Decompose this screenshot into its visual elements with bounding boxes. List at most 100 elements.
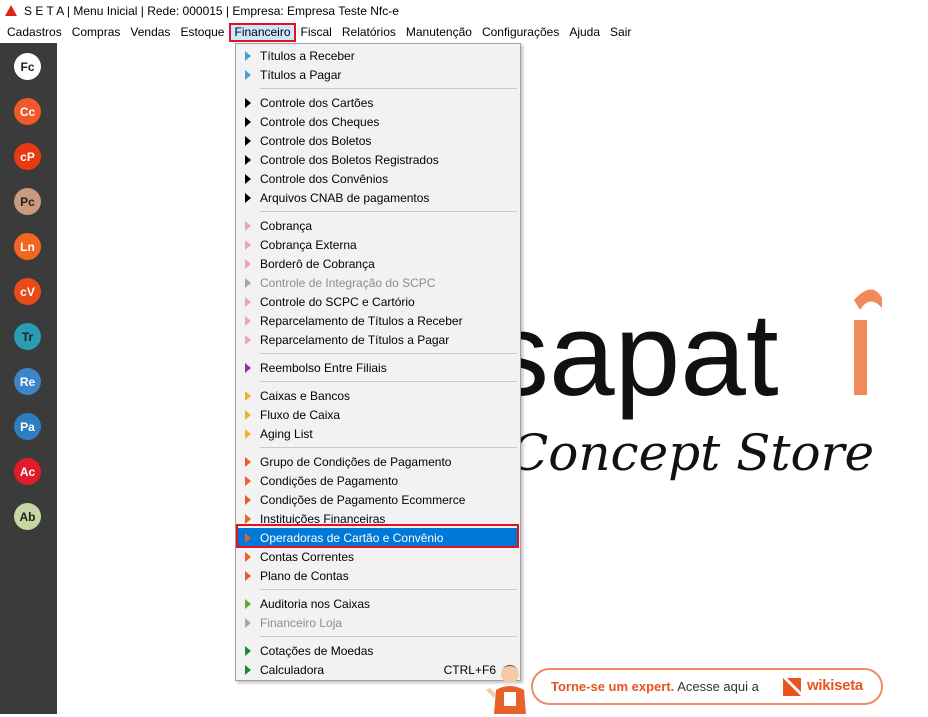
menu-financeiro[interactable]: Financeiro: [229, 23, 296, 42]
menu-manutencao[interactable]: Manutenção: [401, 23, 477, 42]
triangle-right-icon: [245, 277, 251, 288]
sidebar-shortcut-ac[interactable]: Ac: [14, 458, 41, 485]
menu-item-cobranca-externa[interactable]: Cobrança Externa: [238, 235, 518, 254]
menu-item-arquivos-cnab-de-pagamentos[interactable]: Arquivos CNAB de pagamentos: [238, 188, 518, 207]
triangle-right-icon: [245, 390, 251, 401]
wikiseta-logo-icon: [783, 678, 801, 696]
menu-item-label: Títulos a Pagar: [260, 67, 342, 82]
brand-accent-dot: [854, 289, 882, 310]
menu-item-caixas-e-bancos[interactable]: Caixas e Bancos: [238, 386, 518, 405]
left-sidebar: Fc Cc cP Pc Ln cV Tr Re Pa Ac Ab: [0, 43, 57, 714]
triangle-right-icon: [245, 173, 251, 184]
triangle-right-icon: [245, 645, 251, 656]
menu-relatorios[interactable]: Relatórios: [337, 23, 401, 42]
menu-item-reparcelamento-de-titulos-a-receber[interactable]: Reparcelamento de Títulos a Receber: [238, 311, 518, 330]
triangle-right-icon: [245, 664, 251, 675]
menu-item-reembolso-entre-filiais[interactable]: Reembolso Entre Filiais: [238, 358, 518, 377]
financeiro-dropdown-menu: Títulos a Receber Títulos a Pagar Controle…: [235, 43, 521, 681]
triangle-right-icon: [245, 135, 251, 146]
triangle-right-icon: [245, 239, 251, 250]
menu-item-condicoes-de-pagamento-ecommerce[interactable]: Condições de Pagamento Ecommerce: [238, 490, 518, 509]
mascot-badge: [504, 692, 516, 706]
menu-item-label: Controle dos Cheques: [260, 114, 380, 129]
wikiseta-banner[interactable]: Torne-se um expert. Acesse aqui a wikise…: [531, 668, 883, 705]
triangle-right-icon: [245, 220, 251, 231]
mascot-illustration: [484, 660, 534, 714]
menu-item-label: Fluxo de Caixa: [260, 407, 341, 422]
menu-item-label: Controle dos Boletos Registrados: [260, 152, 439, 167]
menu-estoque[interactable]: Estoque: [175, 23, 229, 42]
triangle-right-icon: [245, 362, 251, 373]
menu-item-label: Cobrança: [260, 218, 313, 233]
triangle-right-icon: [245, 475, 251, 486]
menu-item-controle-dos-boletos[interactable]: Controle dos Boletos: [238, 131, 518, 150]
menu-separator: [260, 353, 517, 354]
menu-item-controle-dos-cartoes[interactable]: Controle dos Cartões: [238, 93, 518, 112]
triangle-right-icon: [245, 598, 251, 609]
menu-item-label: Caixas e Bancos: [260, 388, 351, 403]
menu-item-titulos-a-pagar[interactable]: Títulos a Pagar: [238, 65, 518, 84]
menu-item-fluxo-de-caixa[interactable]: Fluxo de Caixa: [238, 405, 518, 424]
menu-item-label: Plano de Contas: [260, 568, 349, 583]
triangle-right-icon: [245, 570, 251, 581]
mascot-hand: [486, 688, 496, 698]
menu-item-reparcelamento-de-titulos-a-pagar[interactable]: Reparcelamento de Títulos a Pagar: [238, 330, 518, 349]
sidebar-shortcut-pc[interactable]: Pc: [14, 188, 41, 215]
triangle-right-icon: [245, 315, 251, 326]
sidebar-shortcut-pa[interactable]: Pa: [14, 413, 41, 440]
triangle-right-icon: [245, 428, 251, 439]
menu-compras[interactable]: Compras: [67, 23, 126, 42]
menu-vendas[interactable]: Vendas: [125, 23, 175, 42]
window-title: S E T A | Menu Inicial | Rede: 000015 | …: [24, 4, 399, 18]
menu-fiscal[interactable]: Fiscal: [296, 23, 337, 42]
sidebar-shortcut-tr[interactable]: Tr: [14, 323, 41, 350]
menu-item-bordero-de-cobranca[interactable]: Borderô de Cobrança: [238, 254, 518, 273]
triangle-right-icon: [245, 456, 251, 467]
triangle-right-icon: [245, 551, 251, 562]
triangle-right-icon: [245, 116, 251, 127]
sidebar-shortcut-cv[interactable]: cV: [14, 278, 41, 305]
menu-item-cobranca[interactable]: Cobrança: [238, 216, 518, 235]
brand-word: sapat: [520, 289, 779, 421]
triangle-right-icon: [245, 409, 251, 420]
menu-item-plano-de-contas[interactable]: Plano de Contas: [238, 566, 518, 585]
menu-item-label: Arquivos CNAB de pagamentos: [260, 190, 430, 205]
menu-item-controle-dos-boletos-registrados[interactable]: Controle dos Boletos Registrados: [238, 150, 518, 169]
brand-tagline: Concept Store: [520, 424, 874, 482]
menu-item-label: Condições de Pagamento: [260, 473, 399, 488]
sidebar-shortcut-re[interactable]: Re: [14, 368, 41, 395]
menu-item-grupo-de-condicoes-de-pagamento[interactable]: Grupo de Condições de Pagamento: [238, 452, 518, 471]
menu-item-label: Títulos a Receber: [260, 48, 355, 63]
menu-item-controle-do-scpc-e-cartorio[interactable]: Controle do SCPC e Cartório: [238, 292, 518, 311]
menu-item-auditoria-nos-caixas[interactable]: Auditoria nos Caixas: [238, 594, 518, 613]
menu-item-titulos-a-receber[interactable]: Títulos a Receber: [238, 46, 518, 65]
triangle-right-icon: [245, 97, 251, 108]
sidebar-shortcut-cc[interactable]: Cc: [14, 98, 41, 125]
menu-configuracoes[interactable]: Configurações: [477, 23, 564, 42]
menu-separator: [260, 589, 517, 590]
menu-item-condicoes-de-pagamento[interactable]: Condições de Pagamento: [238, 471, 518, 490]
menu-item-controle-de-integracao-do-scpc[interactable]: Controle de Integração do SCPC: [238, 273, 518, 292]
banner-text-rest: Acesse aqui a: [674, 679, 759, 694]
highlight-frame: [236, 524, 519, 548]
sidebar-shortcut-cp[interactable]: cP: [14, 143, 41, 170]
menu-item-label: Condições de Pagamento Ecommerce: [260, 492, 466, 507]
menu-item-controle-dos-convenios[interactable]: Controle dos Convênios: [238, 169, 518, 188]
menu-item-aging-list[interactable]: Aging List: [238, 424, 518, 443]
sidebar-shortcut-fc[interactable]: Fc: [14, 53, 41, 80]
menu-item-cotacoes-de-moedas[interactable]: Cotações de Moedas: [238, 641, 518, 660]
menu-separator: [260, 636, 517, 637]
menu-cadastros[interactable]: Cadastros: [2, 23, 67, 42]
menu-sair[interactable]: Sair: [605, 23, 636, 42]
sidebar-shortcut-ab[interactable]: Ab: [14, 503, 41, 530]
menu-item-label: Controle dos Convênios: [260, 171, 389, 186]
menu-item-contas-correntes[interactable]: Contas Correntes: [238, 547, 518, 566]
sidebar-shortcut-ln[interactable]: Ln: [14, 233, 41, 260]
menu-item-financeiro-loja[interactable]: Financeiro Loja: [238, 613, 518, 632]
menu-ajuda[interactable]: Ajuda: [564, 23, 605, 42]
triangle-right-icon: [245, 258, 251, 269]
brand-accent-i: [854, 320, 867, 395]
menu-item-calculadora[interactable]: Calculadora CTRL+F6: [238, 660, 518, 679]
menu-item-controle-dos-cheques[interactable]: Controle dos Cheques: [238, 112, 518, 131]
menu-separator: [260, 88, 517, 89]
